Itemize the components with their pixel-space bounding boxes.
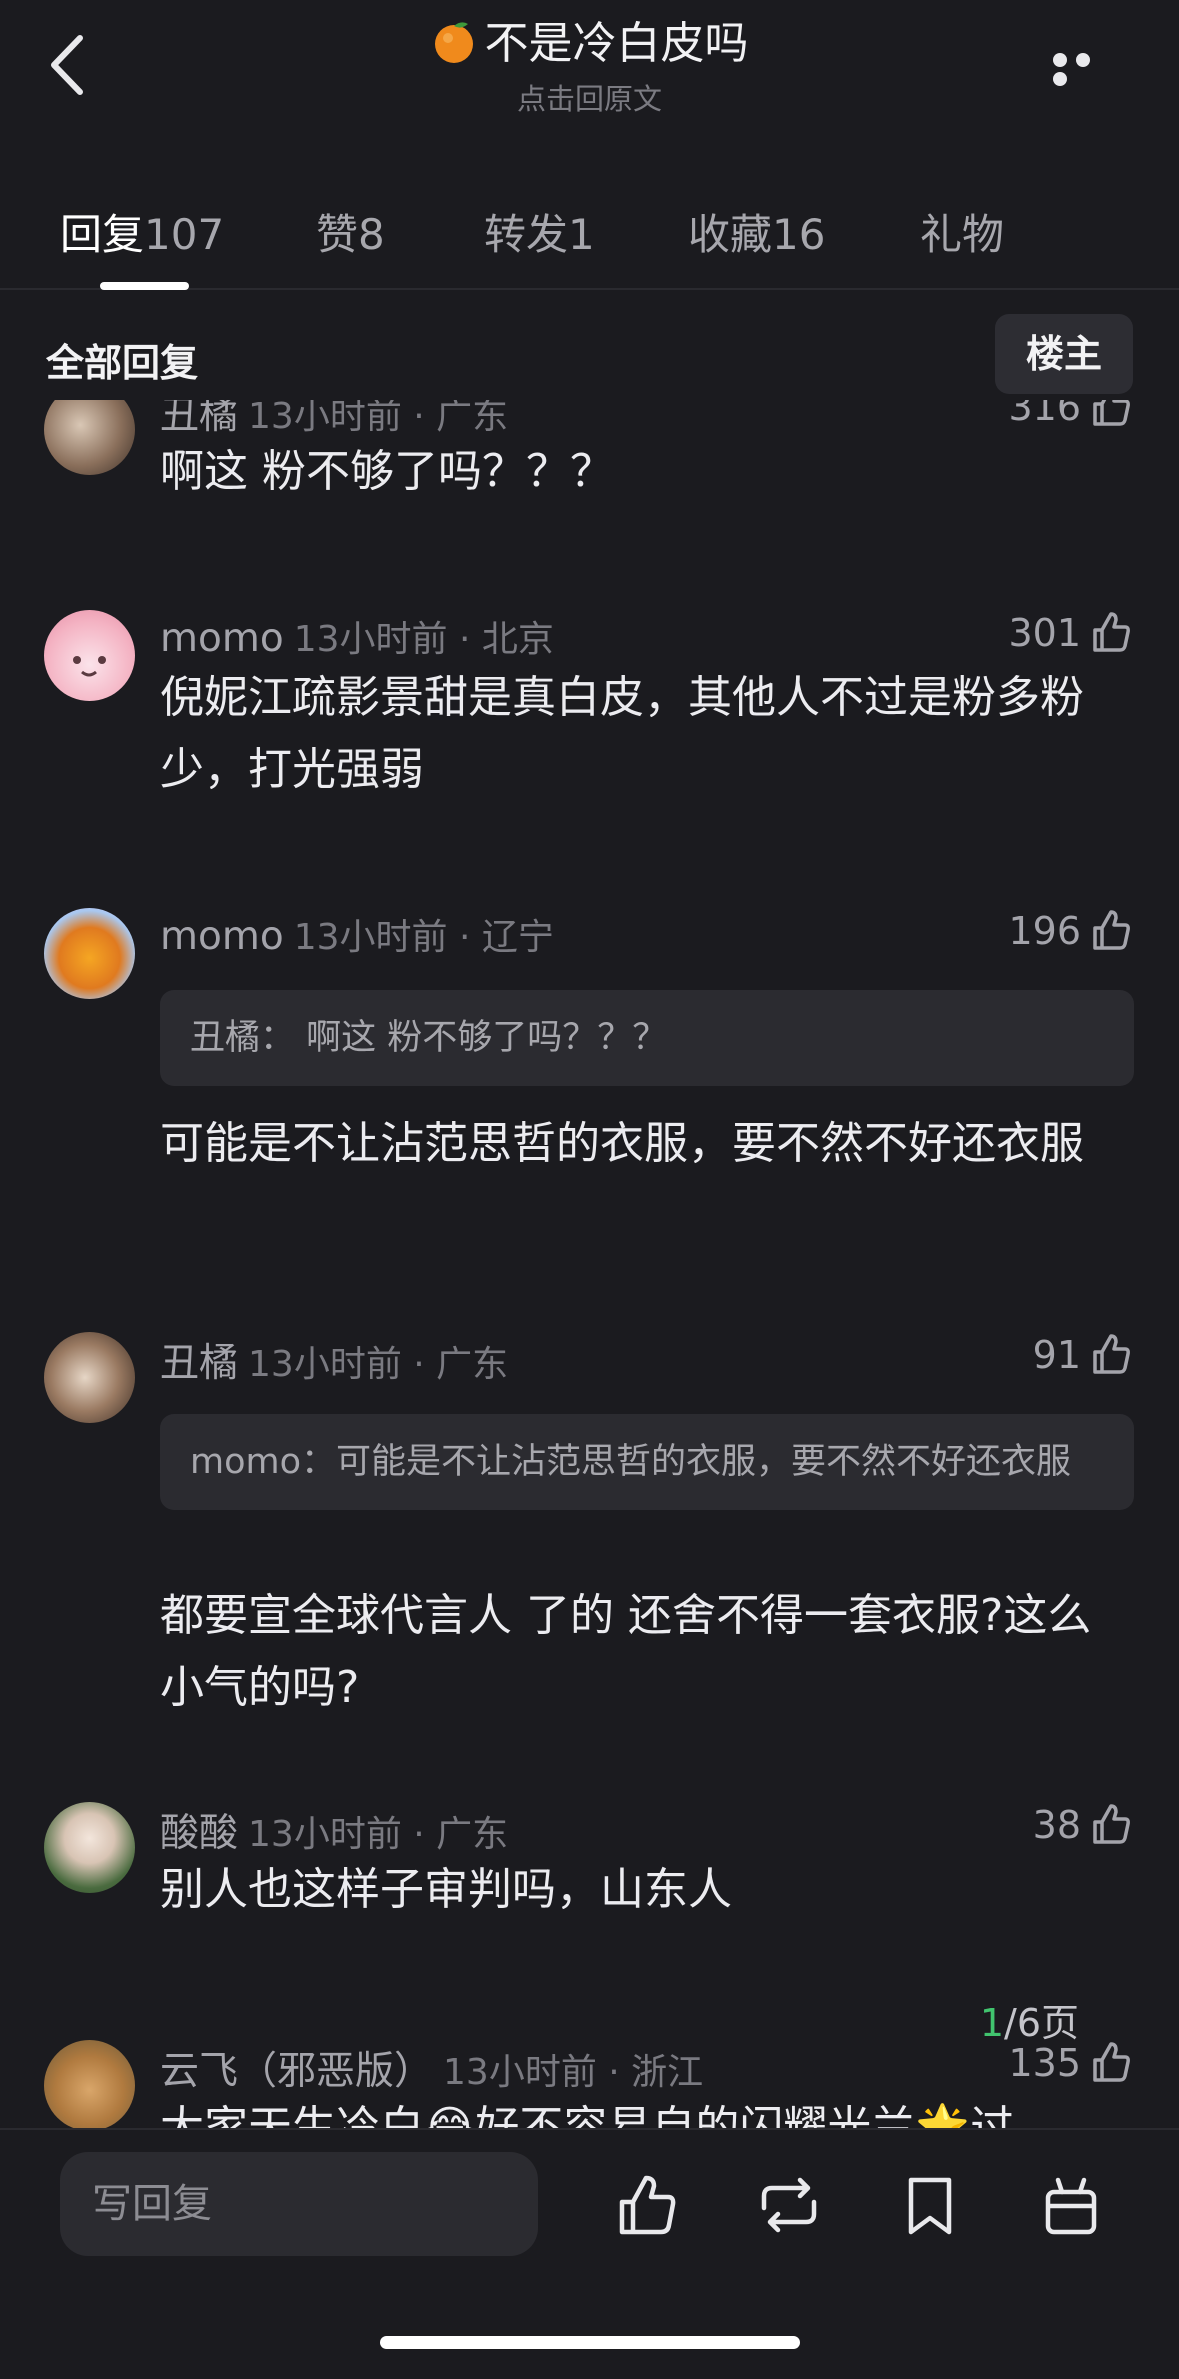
tab-gifts[interactable]: 礼物 bbox=[920, 201, 1004, 262]
title-area[interactable]: 不是冷白皮吗 点击回原文 bbox=[0, 14, 1179, 118]
quoted-reply[interactable]: momo：可能是不让沾范思哲的衣服，要不然不好还衣服 bbox=[160, 1414, 1134, 1510]
timestamp: 13小时前 · 广东 bbox=[248, 1344, 509, 1385]
username[interactable]: momo bbox=[160, 914, 284, 959]
tab-likes[interactable]: 赞8 bbox=[316, 201, 385, 262]
comment-text: 别人也这样子审判吗，山东人 bbox=[160, 1864, 732, 1915]
repost-icon[interactable] bbox=[754, 2170, 824, 2240]
timestamp: 13小时前 · 北京 bbox=[293, 619, 554, 660]
orange-icon bbox=[434, 22, 473, 63]
post-title-text: 不是冷白皮吗 bbox=[484, 18, 749, 69]
bottom-action-bar: 写回复 bbox=[0, 2128, 1179, 2379]
avatar[interactable] bbox=[44, 610, 135, 701]
avatar[interactable] bbox=[44, 400, 135, 475]
timestamp: 13小时前 · 浙江 bbox=[443, 2052, 704, 2093]
home-indicator[interactable] bbox=[380, 2336, 800, 2349]
comment-meta: 酸酸 13小时前 · 广东 bbox=[160, 1802, 508, 1858]
post-title: 不是冷白皮吗 bbox=[0, 14, 1179, 74]
gift-icon[interactable] bbox=[1036, 2170, 1106, 2240]
comment-meta: 丑橘 13小时前 · 广东 bbox=[160, 400, 508, 440]
active-tab-indicator bbox=[100, 282, 189, 290]
all-replies-label: 全部回复 bbox=[46, 341, 199, 385]
avatar[interactable] bbox=[44, 1802, 135, 1893]
like-count[interactable]: 91 bbox=[1033, 1332, 1133, 1377]
filter-bar: 全部回复 楼主 bbox=[0, 290, 1179, 400]
tab-replies[interactable]: 回复107 bbox=[60, 201, 224, 262]
back-to-original-link[interactable]: 点击回原文 bbox=[0, 76, 1179, 118]
thumbs-up-icon[interactable] bbox=[1089, 610, 1133, 654]
thumbs-up-icon[interactable] bbox=[1089, 2040, 1133, 2084]
comment-meta: momo 13小时前 · 辽宁 bbox=[160, 908, 554, 960]
thumbs-up-icon[interactable] bbox=[1089, 400, 1133, 428]
thumbs-up-icon[interactable] bbox=[612, 2170, 682, 2240]
quoted-reply[interactable]: 丑橘： 啊这 粉不够了吗？？？ bbox=[160, 990, 1134, 1086]
timestamp: 13小时前 · 广东 bbox=[248, 1814, 509, 1855]
comment-text: 倪妮江疏影景甜是真白皮，其他人不过是粉多粉少，打光强弱 bbox=[160, 672, 1084, 795]
comment-text: 大家天生冷白😂好不容易自的闪耀光兰🌟过 bbox=[160, 2102, 1015, 2130]
timestamp: 13小时前 · 辽宁 bbox=[293, 917, 554, 958]
username[interactable]: 丑橘 bbox=[160, 400, 238, 438]
comment-meta: 云飞（邪恶版） 13小时前 · 浙江 bbox=[160, 2040, 703, 2096]
page-indicator[interactable]: 1/6页 bbox=[980, 1992, 1079, 2047]
tab-favorites[interactable]: 收藏16 bbox=[688, 201, 825, 262]
username[interactable]: momo bbox=[160, 616, 284, 661]
timestamp: 13小时前 · 广东 bbox=[248, 400, 509, 437]
username[interactable]: 云飞（邪恶版） bbox=[160, 2049, 433, 2094]
comment-text: 都要宣全球代言人 了的 还舍不得一套衣服?这么小气的吗? bbox=[160, 1590, 1092, 1713]
avatar[interactable] bbox=[44, 908, 135, 999]
comment-feed[interactable]: 丑橘 13小时前 · 广东 316 啊这 粉不够了吗？？？ momo 13小时前 ·… bbox=[0, 400, 1179, 2130]
like-count[interactable]: 316 bbox=[1008, 400, 1133, 429]
op-filter-button[interactable]: 楼主 bbox=[995, 314, 1133, 394]
comment-text: 可能是不让沾范思哲的衣服，要不然不好还衣服 bbox=[160, 1118, 1084, 1169]
reply-input[interactable]: 写回复 bbox=[60, 2152, 538, 2256]
thumbs-up-icon[interactable] bbox=[1089, 1802, 1133, 1846]
like-count[interactable]: 196 bbox=[1008, 908, 1133, 953]
username[interactable]: 丑橘 bbox=[160, 1341, 238, 1386]
header: 不是冷白皮吗 点击回原文 bbox=[0, 0, 1179, 150]
comment-text: 啊这 粉不够了吗？？？ bbox=[160, 446, 614, 497]
comment-meta: 丑橘 13小时前 · 广东 bbox=[160, 1332, 508, 1388]
username[interactable]: 酸酸 bbox=[160, 1811, 238, 1856]
tab-bar: 回复107 赞8 转发1 收藏16 礼物 bbox=[0, 185, 1179, 290]
comment-meta: momo 13小时前 · 北京 bbox=[160, 610, 554, 662]
thumbs-up-icon[interactable] bbox=[1089, 908, 1133, 952]
like-count[interactable]: 301 bbox=[1008, 610, 1133, 655]
avatar[interactable] bbox=[44, 1332, 135, 1423]
tab-reposts[interactable]: 转发1 bbox=[484, 201, 595, 262]
avatar[interactable] bbox=[44, 2040, 135, 2130]
bookmark-icon[interactable] bbox=[895, 2170, 965, 2240]
thumbs-up-icon[interactable] bbox=[1089, 1332, 1133, 1376]
like-count[interactable]: 38 bbox=[1033, 1802, 1133, 1847]
more-options-icon[interactable] bbox=[1053, 52, 1121, 86]
